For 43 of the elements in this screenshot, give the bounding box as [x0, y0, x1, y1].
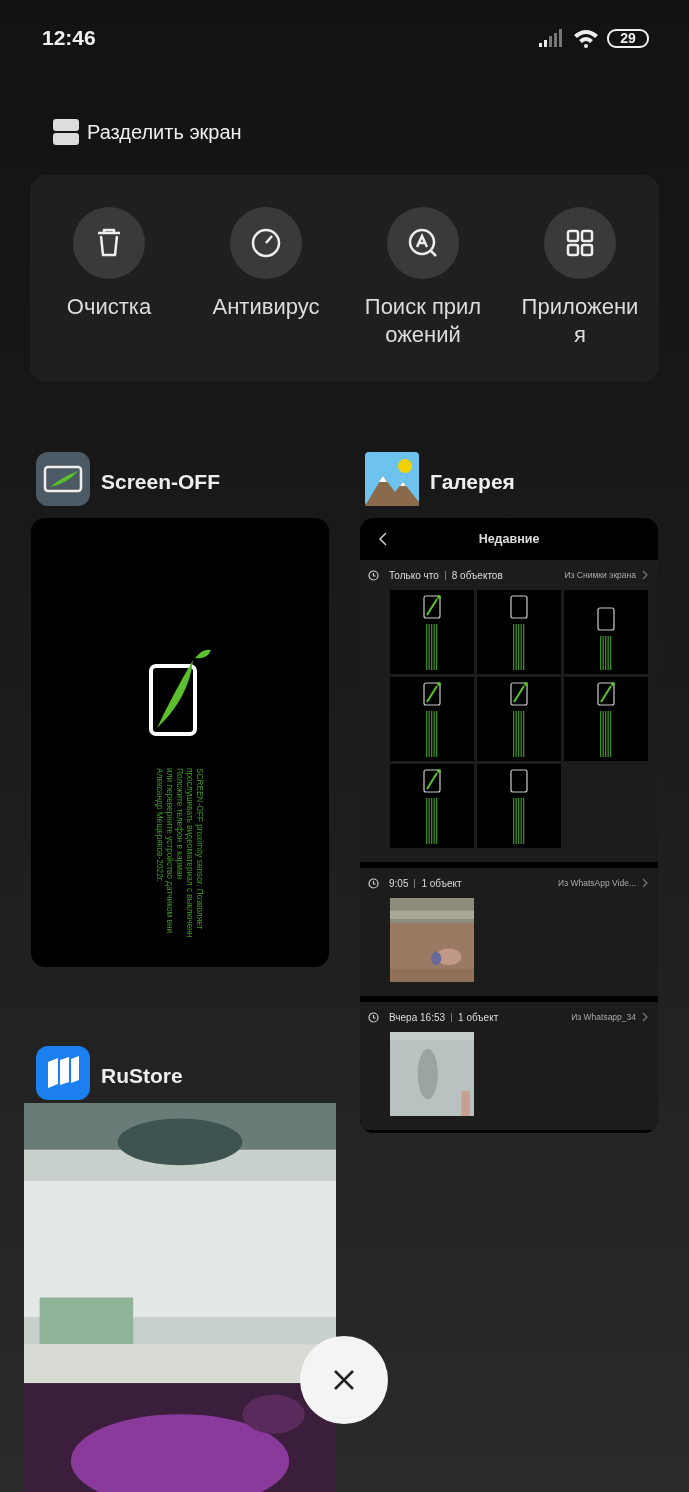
screenshot-thumbnail[interactable] — [477, 590, 561, 674]
tool-label[interactable]: Приложения — [517, 293, 643, 349]
app-title: RuStore — [101, 1063, 183, 1089]
item-count: 8 объектов — [451, 568, 503, 583]
clock-icon — [368, 877, 379, 889]
screenshot-thumbnail[interactable] — [390, 590, 474, 674]
album-link[interactable]: Из Снимки экрана — [564, 568, 636, 582]
app-icon — [36, 452, 90, 506]
item-count: 1 объект — [458, 1010, 499, 1025]
app-title: Галерея — [430, 469, 515, 495]
screenshot-thumbnail[interactable] — [390, 677, 474, 761]
clock-icon — [368, 569, 379, 581]
battery-indicator: 29 — [607, 28, 649, 48]
gallery-icon — [365, 452, 419, 506]
back-icon[interactable] — [378, 532, 388, 546]
screen-title: Недавние — [478, 530, 540, 548]
preview-text: SCREEN-OFF proximity sensor. Позволяет прослушивать видеоматериал с выключенн Положите телефон в карман или переверните устройство датчиком вни Александр Мещеряков-2022г. — [155, 768, 205, 938]
clock-icon — [368, 1011, 379, 1023]
album-link[interactable]: Из WhatsApp Vide... — [558, 876, 636, 890]
chevron-right-icon — [642, 1012, 648, 1022]
group-time: Вчера 16:53 — [389, 1010, 446, 1025]
split-screen-icon[interactable] — [53, 118, 79, 145]
group-time: 9:05 — [389, 876, 409, 891]
screenshot-thumbnail[interactable] — [390, 764, 474, 848]
screenshot-thumbnail[interactable] — [564, 677, 648, 761]
screenshot-thumbnail[interactable] — [477, 677, 561, 761]
tool-label[interactable]: Антивирус — [203, 293, 329, 321]
app-icon — [36, 1046, 90, 1100]
tool-label[interactable]: Поиск приложений — [360, 293, 486, 349]
tool-label[interactable]: Очистка — [46, 293, 172, 321]
chevron-right-icon — [642, 878, 648, 888]
signal-icon — [539, 29, 565, 47]
wifi-icon — [573, 28, 599, 48]
split-screen-label[interactable]: Разделить экран — [87, 116, 242, 147]
album-link[interactable]: Из Whatsapp_34 — [571, 1010, 636, 1024]
item-count: 1 объект — [421, 876, 462, 891]
chevron-right-icon — [642, 570, 648, 580]
screenshot-thumbnail[interactable] — [564, 590, 648, 674]
group-time: Только что — [389, 568, 439, 583]
screenshot-thumbnail[interactable] — [477, 764, 561, 848]
app-title: Screen-OFF — [101, 469, 221, 495]
clock-time: 12:46 — [42, 25, 96, 52]
close-icon — [332, 1368, 356, 1392]
